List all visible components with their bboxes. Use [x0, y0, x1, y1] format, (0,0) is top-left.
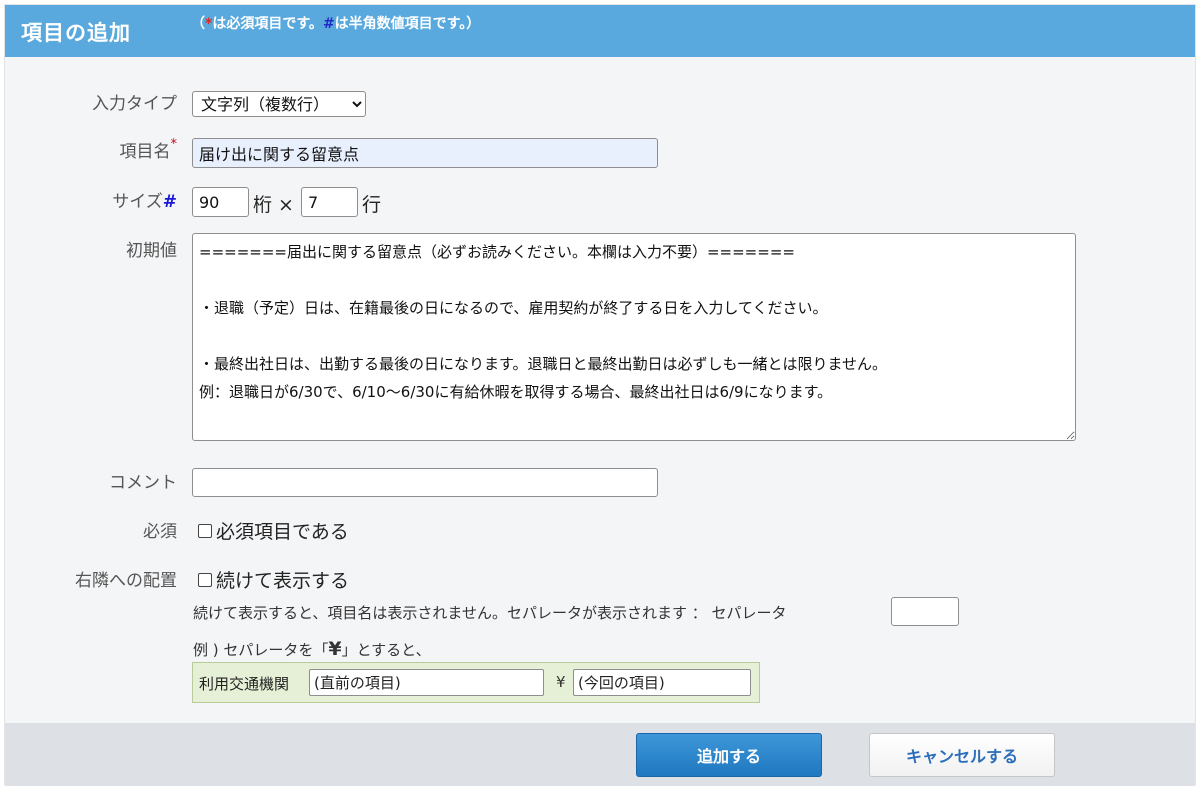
add-item-dialog: 項目の追加 （*は必須項目です。#は半角数値項目です。） 入力タイプ 文字列（複… [4, 4, 1196, 786]
item-name-label: 項目名* [5, 137, 178, 162]
item-name-label-text: 項目名 [119, 142, 171, 162]
dialog-title: 項目の追加 [21, 21, 131, 45]
example-preview: 利用交通機関 ¥ [192, 662, 760, 703]
initial-value-textarea[interactable]: =======届出に関する留意点（必ずお読みください。本欄は入力不要）=====… [192, 233, 1076, 441]
required-checkbox[interactable] [198, 523, 212, 538]
placement-checkbox[interactable] [198, 572, 212, 587]
example-prev-input [309, 669, 544, 696]
dialog-header: 項目の追加 （*は必須項目です。#は半角数値項目です。） [5, 5, 1195, 57]
add-button[interactable]: 追加する [636, 733, 822, 777]
size-rows-unit: 行 [362, 194, 382, 216]
required-mark: * [170, 137, 178, 152]
placement-checkbox-row[interactable]: 続けて表示する [198, 566, 349, 593]
placement-checkbox-label: 続けて表示する [216, 570, 350, 592]
example-current-input [573, 669, 751, 696]
dialog-footer: 追加する キャンセルする [5, 723, 1195, 786]
placement-description: 続けて表示すると、項目名は表示されません。セパレータが表示されます ： セパレー… [193, 604, 787, 622]
example-label: 利用交通機関 [199, 675, 290, 693]
size-label-text: サイズ [112, 192, 163, 212]
numeric-mark: # [162, 192, 177, 212]
example-prefix: 例 ) セパレータを「 [193, 641, 329, 659]
input-type-select[interactable]: 文字列（複数行） [192, 91, 366, 117]
example-suffix: 」とすると、 [341, 641, 431, 659]
placement-label: 右隣への配置 [75, 571, 177, 591]
initial-value-label: 初期値 [126, 241, 177, 261]
required-checkbox-row[interactable]: 必須項目である [198, 517, 349, 544]
required-label: 必須 [143, 522, 177, 542]
size-cols-input[interactable] [192, 187, 249, 217]
size-cols-unit: 桁 × [253, 194, 294, 216]
item-name-input[interactable] [192, 138, 658, 168]
cancel-button[interactable]: キャンセルする [869, 733, 1055, 777]
header-note: （*は必須項目です。#は半角数値項目です。） [191, 13, 480, 33]
required-note: は必須項目です。 [212, 16, 323, 32]
example-separator: ¥ [556, 673, 566, 691]
size-rows-input[interactable] [301, 187, 358, 217]
comment-input[interactable] [192, 468, 658, 497]
required-checkbox-label: 必須項目である [216, 521, 349, 543]
separator-input[interactable] [891, 597, 959, 626]
example-yen: ¥ [328, 638, 342, 660]
example-text: 例 ) セパレータを「¥」とすると、 [193, 638, 431, 660]
note-open: （ [191, 16, 205, 32]
comment-label: コメント [109, 473, 177, 493]
numeric-note: は半角数値項目です。） [334, 16, 481, 32]
numeric-mark: # [322, 16, 335, 32]
size-label: サイズ# [5, 187, 177, 212]
input-type-label: 入力タイプ [92, 94, 177, 114]
